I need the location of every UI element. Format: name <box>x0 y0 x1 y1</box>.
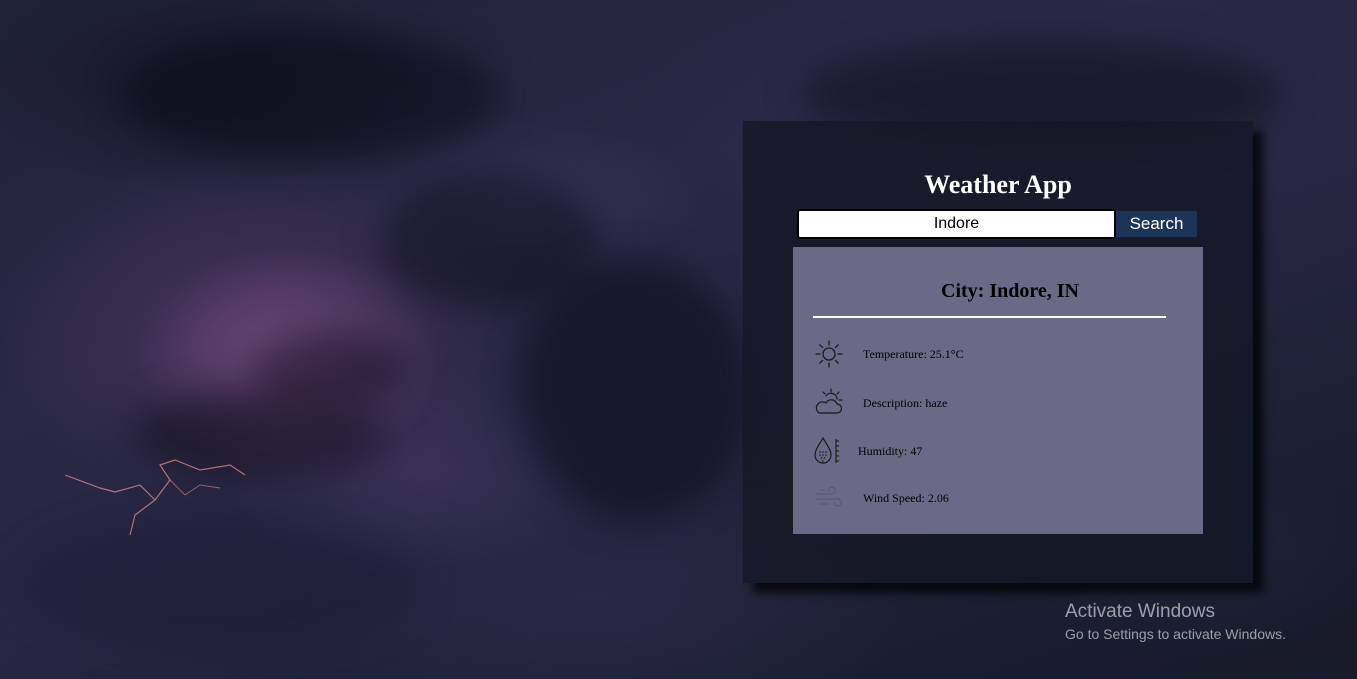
lightning-icon <box>64 459 246 536</box>
watermark-title: Activate Windows <box>1065 601 1215 622</box>
background-cloud <box>520 260 750 520</box>
city-name: City: Indore, IN <box>941 280 1079 302</box>
temperature-label: Temperature: 25.1°C <box>863 347 964 361</box>
description-label: Description: haze <box>863 396 948 410</box>
wind-speed-label: Wind Speed: 2.06 <box>863 491 949 505</box>
watermark-subtitle: Go to Settings to activate Windows. <box>1065 626 1286 642</box>
description-row: Description: haze <box>793 387 1203 419</box>
background-cloud <box>120 30 500 160</box>
background-cloud <box>20 520 420 650</box>
activate-windows-watermark: Activate Windows Go to Settings to activ… <box>1065 601 1286 644</box>
weather-result-panel: City: Indore, IN Temperature: 25.1°C Des… <box>793 247 1203 534</box>
search-button[interactable]: Search <box>1116 211 1197 237</box>
app-title: Weather App <box>924 170 1072 199</box>
background-cloud <box>130 390 390 480</box>
search-bar: Search <box>797 209 1197 239</box>
humidity-row: Humidity: 47 <box>793 435 1203 467</box>
sun-icon <box>815 340 843 368</box>
background-cloud <box>250 330 410 410</box>
wind-speed-row: Wind Speed: 2.06 <box>793 482 1203 514</box>
wind-icon <box>815 486 843 507</box>
humidity-label: Humidity: 47 <box>858 444 923 458</box>
city-search-input[interactable] <box>797 209 1116 239</box>
partly-cloudy-icon <box>815 388 843 414</box>
temperature-row: Temperature: 25.1°C <box>793 338 1203 370</box>
weather-card: Weather App Search City: Indore, IN <box>743 121 1253 583</box>
background-cloud <box>380 170 600 310</box>
humidity-drop-icon <box>814 436 839 464</box>
divider <box>813 316 1166 318</box>
